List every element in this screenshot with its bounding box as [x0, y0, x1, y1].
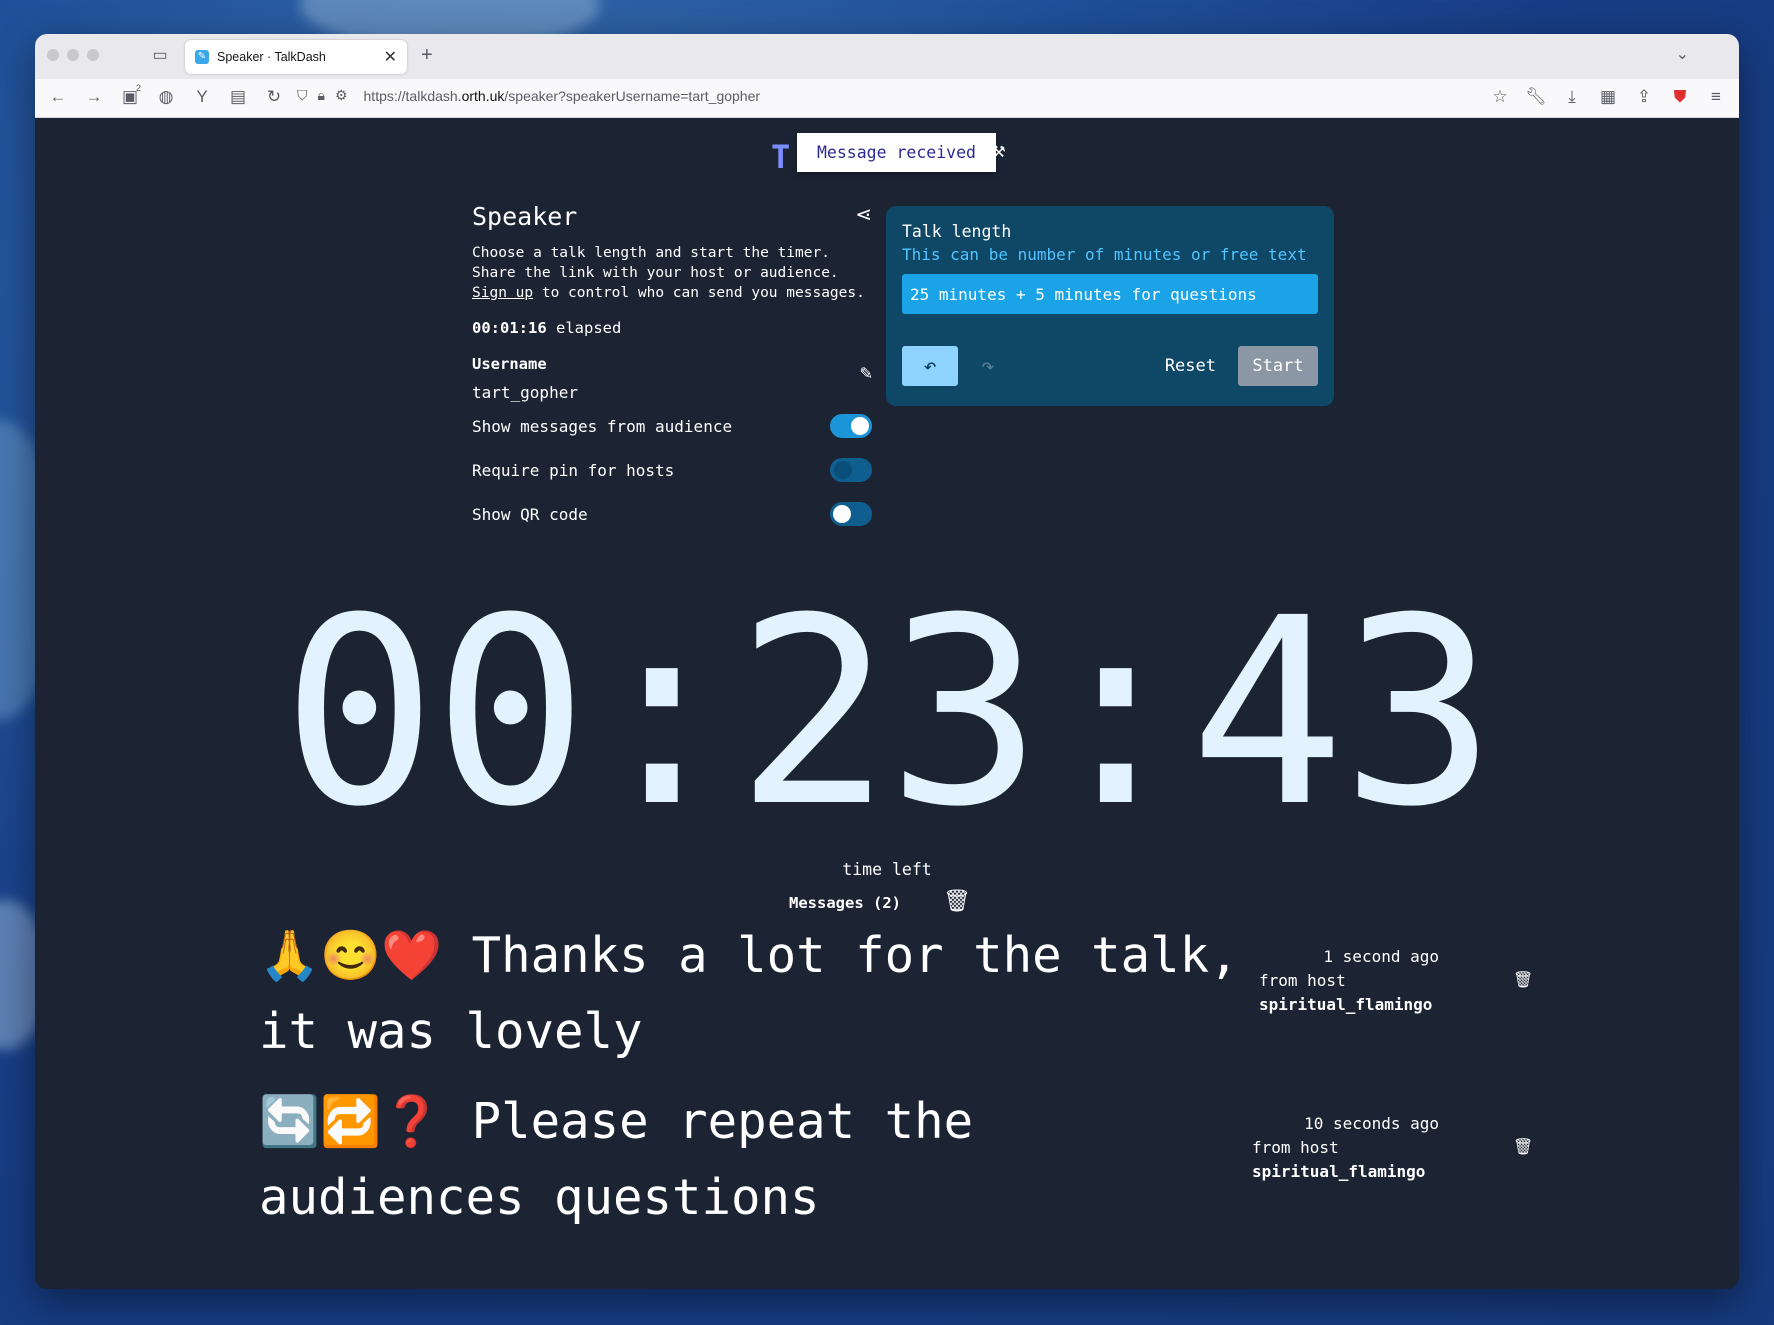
ublock-icon[interactable]: ⛊ [1669, 87, 1691, 107]
tools-icon[interactable]: ⚒ [992, 138, 1005, 163]
forward-icon[interactable]: → [83, 87, 105, 107]
undo-icon: ↶ [923, 353, 937, 379]
new-tab-icon[interactable]: + [421, 44, 433, 67]
lock-icon[interactable]: 🔒︎ [318, 87, 325, 104]
message-sender: spiritual_flamingo [1252, 1162, 1426, 1181]
navigation-bar: ← → ▣ 2 ◍ Y ▤ ↻ ⛉ 🔒︎ ⚙ https://talkdash.o… [35, 79, 1739, 118]
undo-button[interactable]: ↶ [902, 346, 958, 386]
url-text[interactable]: https://talkdash.orth.uk/speaker?speaker… [364, 88, 761, 104]
redo-icon: ↷ [981, 353, 995, 379]
elapsed-time: 00:01:16 elapsed [472, 319, 622, 337]
talk-length-title: Talk length [902, 222, 1012, 241]
toggle-require-pin-row: Require pin for hosts [472, 450, 872, 490]
reload-icon[interactable]: ↻ [263, 87, 285, 107]
close-tab-icon[interactable]: ✕ [384, 47, 397, 67]
minimize-window-button[interactable] [67, 49, 79, 61]
toggle-label: Show QR code [472, 504, 588, 524]
browser-tab[interactable]: ✎ Speaker · TalkDash ✕ [185, 40, 407, 74]
toggle-show-messages-row: Show messages from audience [472, 406, 872, 446]
desc-line: Share the link with your host or audienc… [472, 265, 839, 281]
browser-window: ▭ ✎ Speaker · TalkDash ✕ + ⌄ ← → ▣ 2 ◍ Y … [35, 34, 1739, 1289]
message-from: from host [1252, 1138, 1339, 1157]
message-emoji: 🙏😊❤️ [259, 927, 443, 984]
countdown-timer: 00:23:43 [281, 563, 1497, 863]
talk-length-input[interactable]: 25 minutes + 5 minutes for questions [902, 274, 1318, 314]
username-label: Username [472, 355, 547, 373]
message-from: from host [1259, 971, 1346, 990]
message-text: 🔄🔁❓ Please repeat the audiences question… [259, 1084, 1019, 1236]
reset-button[interactable]: Reset [1143, 356, 1238, 376]
message-sender: spiritual_flamingo [1259, 995, 1433, 1014]
message-meta: 10 seconds ago from host spiritual_flami… [1252, 1112, 1439, 1184]
timer-caption: time left [842, 860, 932, 879]
extension-y-icon[interactable]: Y [191, 87, 213, 107]
menu-icon[interactable]: ≡ [1705, 87, 1727, 107]
bookmark-star-icon[interactable]: ☆ [1489, 87, 1511, 107]
close-window-button[interactable] [47, 49, 59, 61]
share-page-icon[interactable]: ⇪ [1633, 87, 1655, 107]
talk-length-actions: ↶ ↷ Reset Start [902, 346, 1318, 386]
redo-button[interactable]: ↷ [968, 346, 1008, 386]
extension-icon[interactable]: ▦ [1597, 87, 1619, 107]
chevron-down-icon[interactable]: ⌄ [1676, 44, 1689, 64]
download-icon[interactable]: ⤓ [1561, 87, 1583, 107]
permissions-icon[interactable]: ⚙ [335, 87, 348, 104]
toggle-label: Show messages from audience [472, 416, 733, 436]
tab-title: Speaker · TalkDash [217, 50, 326, 64]
show-qr-toggle[interactable] [830, 502, 872, 526]
badge-count: 2 [135, 83, 141, 93]
speaker-title: Speaker [472, 202, 578, 231]
delete-message-trash-icon[interactable]: 🗑︎ [1513, 1137, 1533, 1156]
extension-badge-icon[interactable]: ▣ 2 [119, 83, 141, 107]
desc-line: Sign up to control who can send you mess… [472, 285, 865, 301]
back-icon[interactable]: ← [47, 87, 69, 107]
message-time: 10 seconds ago [1304, 1114, 1439, 1133]
message-text: 🙏😊❤️ Thanks a lot for the talk, it was l… [259, 918, 1239, 1070]
url-bar[interactable]: ⛉ 🔒︎ ⚙ https://talkdash.orth.uk/speaker?… [297, 87, 760, 104]
talkdash-favicon-icon: ✎ [195, 50, 209, 64]
toast-notification: Message received [797, 133, 996, 172]
require-pin-toggle[interactable] [830, 458, 872, 482]
messages-header: Messages (2) [789, 894, 901, 912]
share-icon[interactable]: ⋖ [855, 202, 872, 226]
maximize-window-button[interactable] [87, 49, 99, 61]
toggle-show-qr-row: Show QR code [472, 494, 872, 534]
window-controls [47, 49, 99, 61]
nav-buttons: ← → ▣ 2 ◍ Y ▤ ↻ [47, 83, 285, 107]
message-emoji: 🔄🔁❓ [259, 1093, 443, 1150]
start-button[interactable]: Start [1238, 346, 1318, 386]
tab-bar: ▭ ✎ Speaker · TalkDash ✕ + ⌄ [35, 34, 1739, 79]
wrench-icon[interactable]: 🔧︎ [1525, 87, 1547, 107]
page-content: T Message received ⚒ Speaker ⋖ Choose a … [35, 118, 1739, 1289]
signup-link[interactable]: Sign up [472, 285, 533, 301]
shield-icon[interactable]: ⛉ [297, 87, 308, 104]
speaker-description: Choose a talk length and start the timer… [472, 243, 872, 303]
app-logo: T [771, 138, 791, 176]
reader-icon[interactable]: ▤ [227, 87, 249, 107]
toolbar-right: ☆ 🔧︎ ⤓ ▦ ⇪ ⛊ ≡ [1489, 87, 1727, 107]
talk-length-hint: This can be number of minutes or free te… [902, 245, 1307, 264]
clear-messages-trash-icon[interactable]: 🗑︎ [943, 889, 971, 914]
edit-icon[interactable]: ✎ [860, 360, 872, 384]
toggle-label: Require pin for hosts [472, 460, 675, 480]
tab-overview-icon[interactable]: ▭ [149, 45, 171, 67]
username-value: tart_gopher [472, 383, 578, 402]
show-messages-toggle[interactable] [830, 414, 872, 438]
delete-message-trash-icon[interactable]: 🗑︎ [1513, 970, 1533, 989]
desc-line: Choose a talk length and start the timer… [472, 245, 830, 261]
message-meta: 1 second ago from host spiritual_flaming… [1259, 945, 1439, 1017]
extension-globe-icon[interactable]: ◍ [155, 87, 177, 107]
message-time: 1 second ago [1323, 947, 1439, 966]
talk-length-panel: Talk length This can be number of minute… [886, 206, 1334, 406]
speaker-panel: Speaker ⋖ Choose a talk length and start… [472, 190, 872, 534]
